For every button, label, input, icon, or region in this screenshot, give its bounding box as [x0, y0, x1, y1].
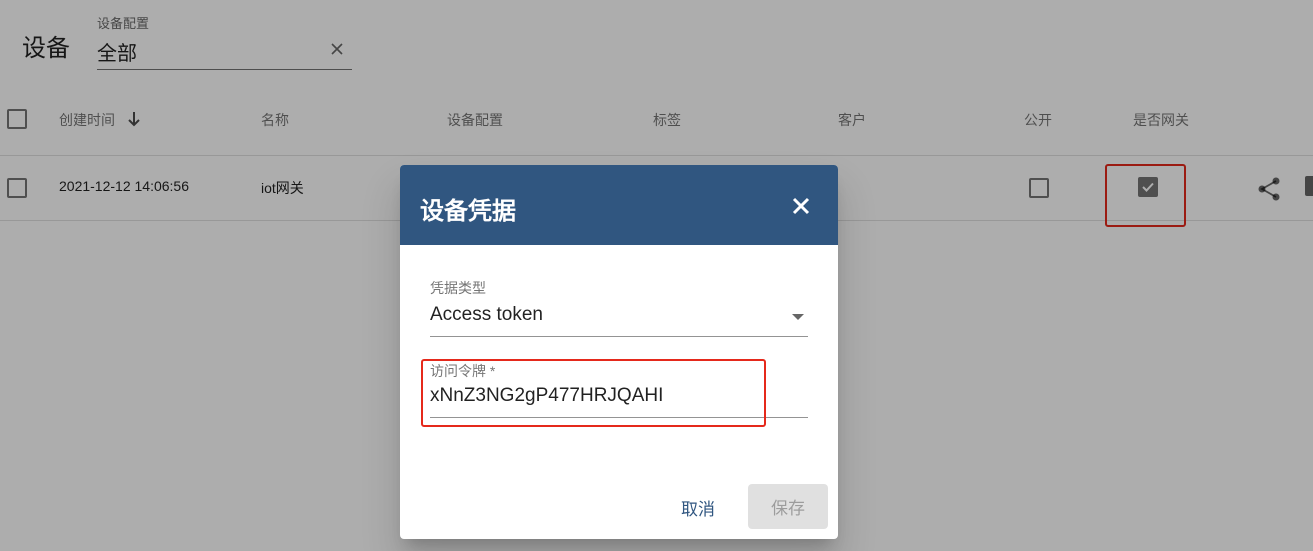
save-button[interactable]: 保存: [748, 484, 828, 529]
device-credentials-dialog: 设备凭据 凭据类型 Access token 访问令牌 * xNnZ3NG2gP…: [400, 165, 838, 539]
devices-page: 设备 设备配置 全部 创建时间 名称 设备配置 标签 客户 公开 是否网关 20…: [0, 0, 1313, 551]
access-token-highlight-box: [421, 359, 766, 427]
close-icon[interactable]: [792, 197, 810, 215]
dialog-title: 设备凭据: [420, 198, 516, 225]
cancel-button[interactable]: 取消: [662, 485, 734, 529]
dialog-header: 设备凭据: [400, 165, 838, 245]
credential-type-select[interactable]: 凭据类型 Access token: [430, 278, 808, 337]
credential-type-label: 凭据类型: [430, 280, 486, 296]
credential-type-value[interactable]: Access token: [430, 304, 543, 326]
dropdown-arrow-icon[interactable]: [792, 314, 804, 320]
